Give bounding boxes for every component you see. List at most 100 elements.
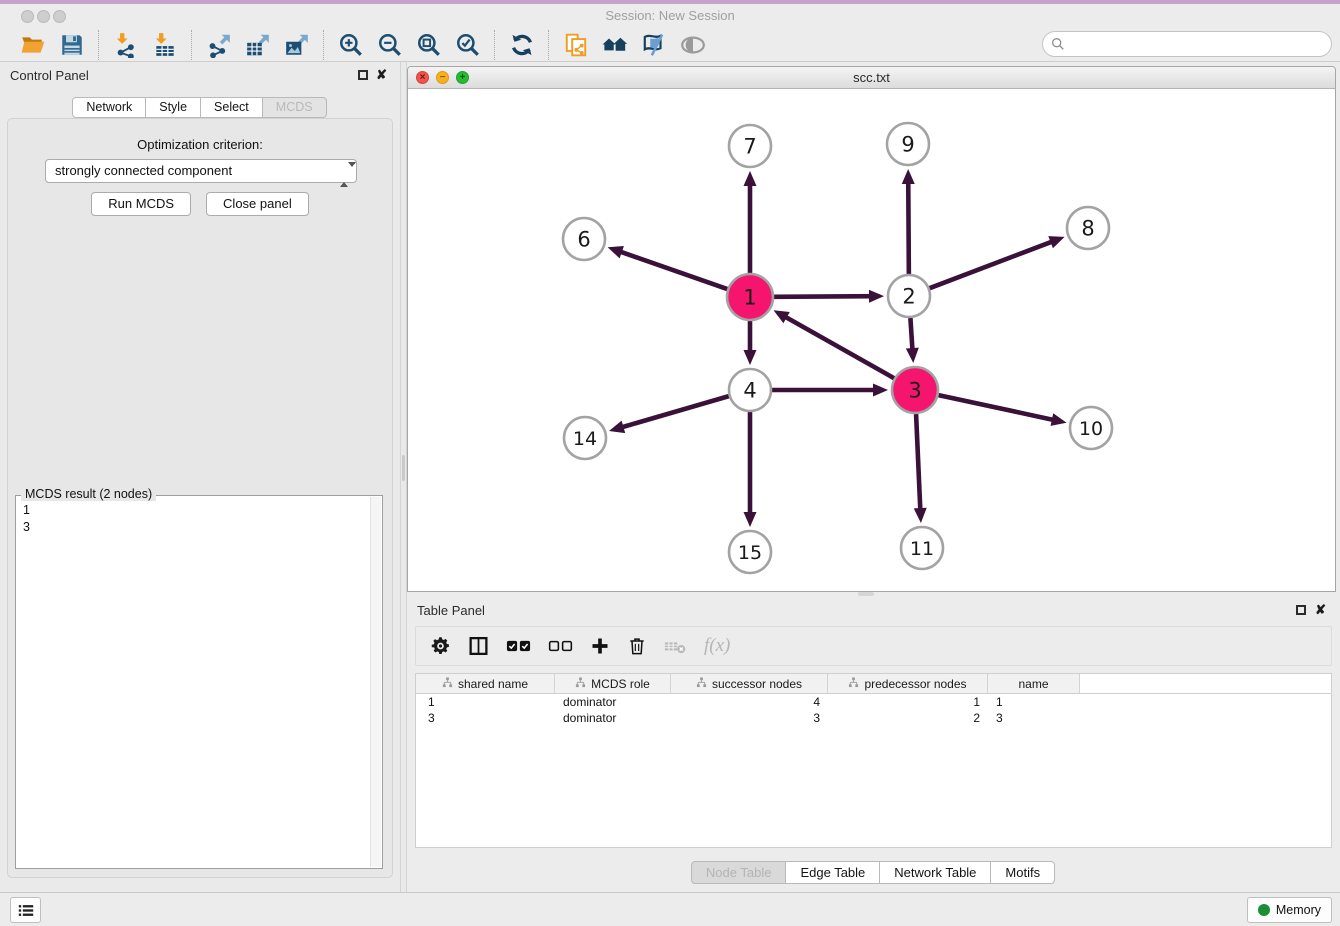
column-header-shared-name[interactable]: shared name: [416, 674, 555, 693]
tree-icon: [696, 677, 707, 691]
toolbar-group-2: [192, 31, 323, 58]
search-input[interactable]: [1070, 37, 1323, 52]
delete-column-icon: [664, 633, 687, 659]
select-all-icon[interactable]: [506, 633, 531, 659]
node-8[interactable]: 8: [1067, 207, 1109, 249]
cell: 1: [416, 694, 555, 710]
node-4[interactable]: 4: [729, 369, 771, 411]
cell: 2: [828, 710, 988, 726]
toolbar-group-5: [549, 31, 719, 58]
tab-network[interactable]: Network: [72, 97, 146, 118]
deselect-all-icon[interactable]: [548, 633, 573, 659]
criterion-dropdown[interactable]: strongly connected component: [45, 159, 357, 183]
column-header-predecessor-nodes[interactable]: predecessor nodes: [828, 674, 988, 693]
export-image-icon[interactable]: [283, 31, 310, 58]
edge-1-6[interactable]: [608, 246, 728, 289]
node-10[interactable]: 10: [1070, 407, 1112, 449]
edge-3-1[interactable]: [774, 310, 895, 378]
edge-1-2[interactable]: [774, 290, 884, 303]
cell: 4: [671, 694, 828, 710]
edge-1-7[interactable]: [744, 171, 757, 273]
edge-4-3[interactable]: [772, 384, 888, 397]
tab-motifs[interactable]: Motifs: [990, 861, 1055, 884]
memory-label: Memory: [1276, 903, 1321, 917]
network-graph: 7 9 6 8 1 2 4 3 14 10 15 11: [408, 89, 1335, 591]
network-canvas[interactable]: 7 9 6 8 1 2 4 3 14 10 15 11: [408, 89, 1335, 591]
node-6[interactable]: 6: [563, 218, 605, 260]
node-1[interactable]: 1: [727, 274, 773, 320]
result-scrollbar[interactable]: [370, 497, 381, 867]
add-row-icon[interactable]: [590, 633, 610, 659]
node-label: 1: [743, 286, 756, 310]
edge-2-3[interactable]: [906, 318, 919, 363]
edge-3-10[interactable]: [938, 395, 1066, 426]
vertical-splitter[interactable]: [400, 62, 407, 892]
criterion-dropdown-value: strongly connected component: [55, 163, 232, 178]
node-label: 14: [573, 428, 597, 450]
column-header-name[interactable]: name: [988, 674, 1080, 693]
edge-4-15[interactable]: [744, 412, 757, 527]
table-panel-close-icon[interactable]: ✘: [1315, 603, 1326, 617]
import-network-icon[interactable]: [112, 31, 139, 58]
zoom-selected-icon[interactable]: [454, 31, 481, 58]
node-label: 11: [910, 538, 934, 560]
node-11[interactable]: 11: [901, 527, 943, 569]
control-panel-float-icon[interactable]: [358, 70, 368, 80]
import-table-icon[interactable]: [151, 31, 178, 58]
network-window: × − + scc.txt 7 9 6 8 1 2 4 3 14 10 15 11: [407, 66, 1336, 592]
duplicate-network-icon[interactable]: [562, 31, 589, 58]
run-mcds-button[interactable]: Run MCDS: [91, 192, 191, 216]
edge-2-8[interactable]: [930, 236, 1065, 288]
node-2[interactable]: 2: [888, 275, 930, 317]
node-15[interactable]: 15: [729, 531, 771, 573]
tab-style[interactable]: Style: [145, 97, 201, 118]
table-row[interactable]: 3dominator323: [416, 710, 1331, 726]
node-label: 3: [908, 379, 921, 403]
cell: dominator: [555, 694, 671, 710]
task-history-button[interactable]: [10, 897, 41, 923]
memory-button[interactable]: Memory: [1247, 897, 1332, 923]
show-hide-icon[interactable]: [679, 31, 706, 58]
tab-mcds[interactable]: MCDS: [262, 97, 327, 118]
tab-network-table[interactable]: Network Table: [879, 861, 991, 884]
tab-edge-table[interactable]: Edge Table: [785, 861, 880, 884]
edge-4-14[interactable]: [609, 396, 729, 433]
tab-node-table[interactable]: Node Table: [691, 861, 787, 884]
gear-icon[interactable]: [430, 633, 451, 659]
mcds-panel: Optimization criterion: strongly connect…: [7, 118, 393, 878]
split-panel-icon[interactable]: [468, 633, 489, 659]
horizontal-splitter-handle[interactable]: [858, 592, 874, 596]
zoom-out-icon[interactable]: [376, 31, 403, 58]
mcds-result-title: MCDS result (2 nodes): [21, 487, 156, 501]
node-label: 2: [902, 285, 915, 309]
save-session-icon[interactable]: [58, 31, 85, 58]
search-box[interactable]: [1042, 31, 1332, 57]
network-window-titlebar[interactable]: × − + scc.txt: [408, 67, 1335, 89]
delete-row-icon[interactable]: [627, 633, 647, 659]
zoom-in-icon[interactable]: [337, 31, 364, 58]
column-header-successor-nodes[interactable]: successor nodes: [671, 674, 828, 693]
node-7[interactable]: 7: [729, 125, 771, 167]
style-paint-icon[interactable]: [640, 31, 667, 58]
node-9[interactable]: 9: [887, 123, 929, 165]
export-table-icon[interactable]: [244, 31, 271, 58]
edge-1-4[interactable]: [744, 321, 757, 365]
home-icon[interactable]: [601, 31, 628, 58]
refresh-icon[interactable]: [508, 31, 535, 58]
table-row[interactable]: 1dominator411: [416, 694, 1331, 710]
zoom-fit-icon[interactable]: [415, 31, 442, 58]
column-label: shared name: [458, 677, 528, 691]
column-header-MCDS-role[interactable]: MCDS role: [555, 674, 671, 693]
edge-3-11[interactable]: [914, 414, 927, 523]
column-label: predecessor nodes: [864, 677, 966, 691]
table-panel-float-icon[interactable]: [1296, 605, 1306, 615]
close-panel-button[interactable]: Close panel: [206, 192, 309, 216]
export-network-icon[interactable]: [205, 31, 232, 58]
tab-select[interactable]: Select: [200, 97, 263, 118]
node-label: 9: [901, 133, 914, 157]
node-14[interactable]: 14: [564, 417, 606, 459]
edge-2-9[interactable]: [902, 169, 915, 274]
node-3[interactable]: 3: [892, 367, 938, 413]
control-panel-close-icon[interactable]: ✘: [376, 68, 387, 82]
open-session-icon[interactable]: [19, 31, 46, 58]
